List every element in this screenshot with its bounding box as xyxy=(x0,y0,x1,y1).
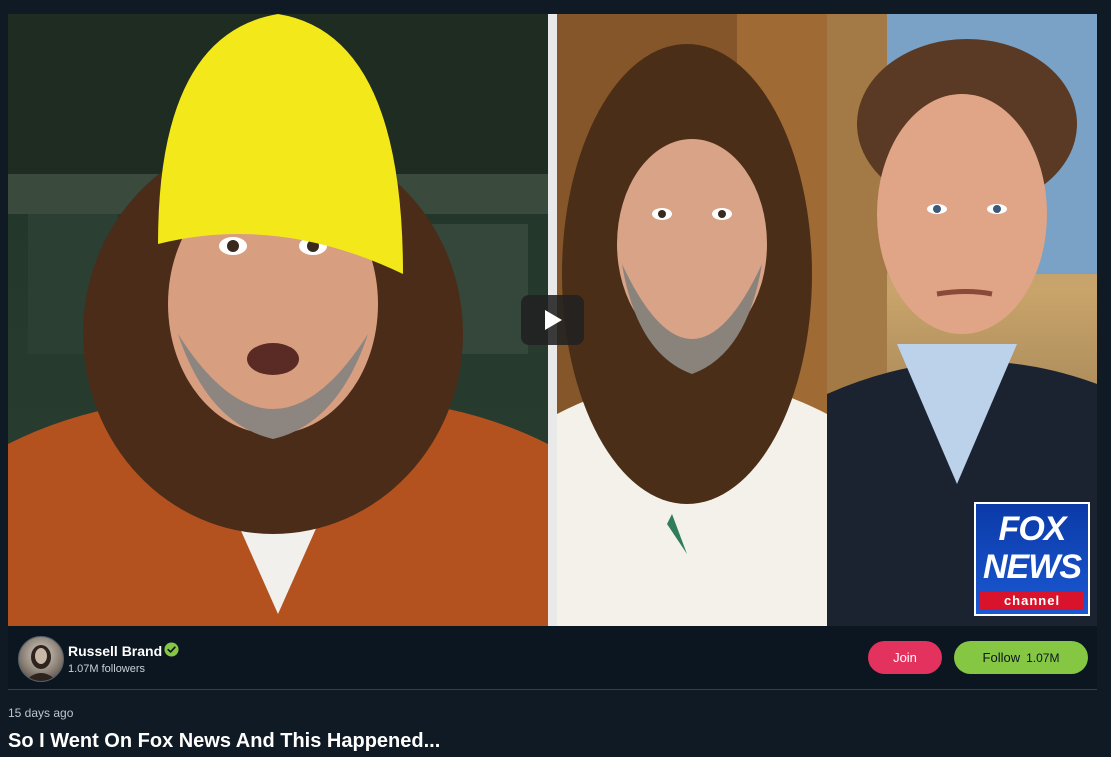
fox-news-logo-inner: FOX NEWS channel xyxy=(976,504,1088,614)
fox-logo-line1: FOX xyxy=(998,510,1067,548)
video-title: So I Went On Fox News And This Happened.… xyxy=(8,730,441,752)
channel-bar: Russell Brand 1.07M followers Join Follo… xyxy=(8,626,1097,690)
video-player[interactable]: FOX NEWS channel xyxy=(8,14,1097,626)
avatar-image xyxy=(25,645,57,681)
fox-logo-line2: NEWS xyxy=(983,548,1082,586)
follower-count: 1.07M followers xyxy=(68,663,146,675)
fox-logo-line3: channel xyxy=(980,592,1084,610)
follow-button[interactable]: Follow 1.07M xyxy=(954,641,1088,674)
fox-news-logo: FOX NEWS channel xyxy=(974,502,1090,616)
follow-button-label: Follow xyxy=(982,650,1021,665)
upload-date: 15 days ago xyxy=(8,706,74,720)
avatar[interactable] xyxy=(18,636,64,682)
play-icon xyxy=(544,310,562,330)
thumbnail-left-panel xyxy=(8,14,548,626)
person-middle-illustration xyxy=(557,14,827,626)
verified-check-icon xyxy=(164,642,179,657)
follow-button-count: 1.07M xyxy=(1026,650,1060,665)
play-button[interactable] xyxy=(521,295,584,345)
thumbnail-middle-panel xyxy=(557,14,827,626)
join-button[interactable]: Join xyxy=(868,641,942,674)
person-left-illustration xyxy=(8,14,548,626)
join-button-label: Join xyxy=(893,650,917,665)
channel-name[interactable]: Russell Brand xyxy=(68,643,162,659)
